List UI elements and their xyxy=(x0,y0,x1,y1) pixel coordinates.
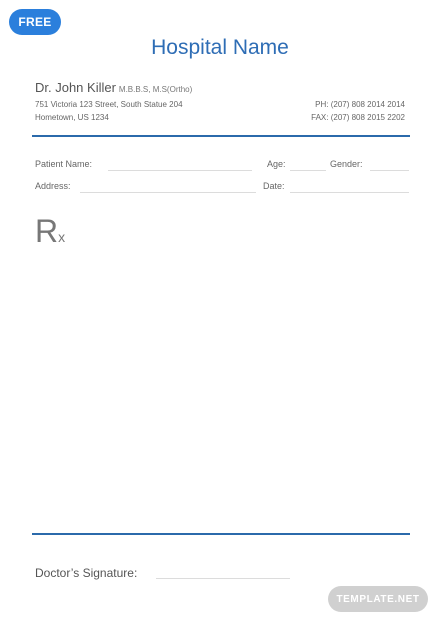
hospital-name: Hospital Name xyxy=(151,36,289,59)
doctor-info: Dr. John Killer M.B.B.S, M.S(Ortho) xyxy=(35,80,192,95)
rx-r: R xyxy=(35,213,59,249)
rx-symbol: Rx xyxy=(35,215,65,247)
date-field[interactable] xyxy=(290,192,409,193)
prescription-page: FREE Hospital Name Dr. John Killer M.B.B.… xyxy=(0,0,440,622)
fax-number: FAX: (207) 808 2015 2202 xyxy=(311,113,405,122)
address-field[interactable] xyxy=(80,192,256,193)
address-line-1: 751 Victoria 123 Street, South Statue 20… xyxy=(35,100,183,109)
phone-number: PH: (207) 808 2014 2014 xyxy=(315,100,405,109)
free-badge[interactable]: FREE xyxy=(9,9,61,35)
header-divider xyxy=(32,135,410,137)
template-net-watermark: TEMPLATE.NET xyxy=(328,586,428,612)
gender-field[interactable] xyxy=(370,170,409,171)
date-label: Date: xyxy=(263,181,285,191)
gender-label: Gender: xyxy=(330,159,363,169)
patient-name-label: Patient Name: xyxy=(35,159,93,169)
patient-name-field[interactable] xyxy=(108,170,252,171)
age-field[interactable] xyxy=(290,170,326,171)
rx-x: x xyxy=(58,229,66,245)
footer-divider xyxy=(32,533,410,535)
doctor-credentials: M.B.B.S, M.S(Ortho) xyxy=(118,85,193,94)
signature-label: Doctor’s Signature: xyxy=(35,566,138,580)
address-label: Address: xyxy=(35,181,71,191)
age-label: Age: xyxy=(267,159,286,169)
doctor-name: Dr. John Killer xyxy=(35,80,116,95)
signature-field[interactable] xyxy=(156,578,290,579)
address-line-2: Hometown, US 1234 xyxy=(35,113,109,122)
